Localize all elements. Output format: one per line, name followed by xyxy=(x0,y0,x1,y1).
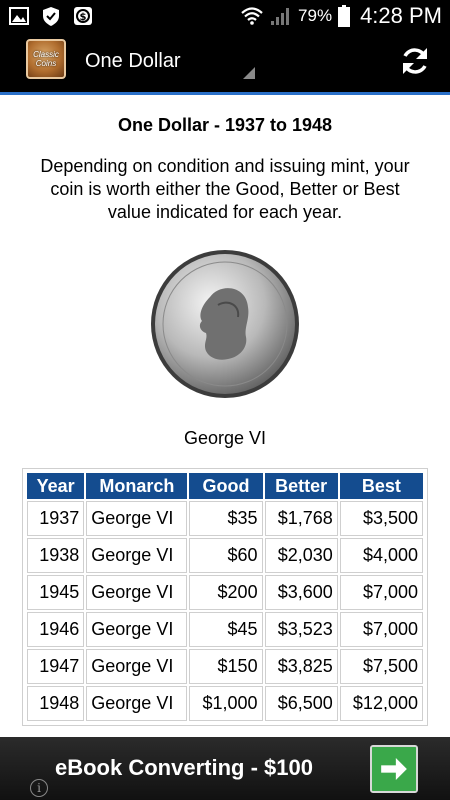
cell-good: $35 xyxy=(189,501,263,536)
cell-monarch: George VI xyxy=(86,686,188,721)
cell-year: 1947 xyxy=(27,649,85,684)
cell-best: $12,000 xyxy=(339,686,423,721)
coin-caption: George VI xyxy=(183,428,267,448)
svg-text:$: $ xyxy=(80,12,87,23)
image-icon xyxy=(9,7,29,25)
header-monarch: Monarch xyxy=(86,473,188,499)
cell-better: $3,600 xyxy=(264,575,338,610)
cell-monarch: George VI xyxy=(86,538,188,573)
clock: 4:28 PM xyxy=(360,3,442,28)
action-bar: Classic Coins One Dollar xyxy=(0,32,450,92)
cell-better: $3,825 xyxy=(264,649,338,684)
cell-year: 1948 xyxy=(27,686,85,721)
cell-best: $7,000 xyxy=(339,575,423,610)
main-content: One Dollar - 1937 to 1948 Depending on c… xyxy=(0,95,450,737)
page-selector-title[interactable]: One Dollar xyxy=(85,50,181,73)
table-row: 1938 George VI $60 $2,030 $4,000 xyxy=(27,538,423,573)
wifi-icon xyxy=(241,7,263,25)
cell-better: $6,500 xyxy=(264,686,338,721)
page-title: One Dollar - 1937 to 1948 xyxy=(117,115,333,135)
header-good: Good xyxy=(189,473,263,499)
table-header-row: Year Monarch Good Better Best xyxy=(27,473,423,499)
cell-good: $60 xyxy=(189,538,263,573)
value-table: Year Monarch Good Better Best 1937 Georg… xyxy=(22,468,428,726)
logo-line-2: Coins xyxy=(35,59,57,68)
header-best: Best xyxy=(339,473,423,499)
ad-text[interactable]: eBook Converting - $100 xyxy=(55,755,313,781)
cell-monarch: George VI xyxy=(86,575,188,610)
cell-good: $150 xyxy=(189,649,263,684)
table-row: 1948 George VI $1,000 $6,500 $12,000 xyxy=(27,686,423,721)
header-better: Better xyxy=(264,473,338,499)
ad-banner[interactable]: eBook Converting - $100 i xyxy=(0,737,450,800)
signal-icon xyxy=(271,8,290,25)
coin-image xyxy=(151,250,299,398)
cell-best: $3,500 xyxy=(339,501,423,536)
cell-best: $7,000 xyxy=(339,612,423,647)
cell-good: $200 xyxy=(189,575,263,610)
cell-year: 1938 xyxy=(27,538,85,573)
description: Depending on condition and issuing mint,… xyxy=(40,156,410,222)
cell-good: $45 xyxy=(189,612,263,647)
battery-icon xyxy=(338,5,351,27)
cell-year: 1945 xyxy=(27,575,85,610)
dollar-app-icon: $ xyxy=(74,7,92,25)
cell-better: $2,030 xyxy=(264,538,338,573)
battery-percent: 79% xyxy=(298,6,333,25)
cell-best: $7,500 xyxy=(339,649,423,684)
logo-line-1: Classic xyxy=(33,50,59,59)
system-status: 79% 4:28 PM xyxy=(240,2,442,30)
shield-icon xyxy=(43,7,59,26)
cell-better: $3,523 xyxy=(264,612,338,647)
ad-info-icon[interactable]: i xyxy=(30,779,48,797)
app-logo[interactable]: Classic Coins xyxy=(26,39,66,79)
header-year: Year xyxy=(27,473,85,499)
notification-icons: $ xyxy=(8,5,94,27)
arrow-right-icon[interactable] xyxy=(370,745,418,793)
refresh-icon[interactable] xyxy=(398,44,432,78)
cell-best: $4,000 xyxy=(339,538,423,573)
table-row: 1946 George VI $45 $3,523 $7,000 xyxy=(27,612,423,647)
cell-monarch: George VI xyxy=(86,501,188,536)
cell-monarch: George VI xyxy=(86,612,188,647)
table-row: 1937 George VI $35 $1,768 $3,500 xyxy=(27,501,423,536)
dropdown-indicator-icon[interactable] xyxy=(243,67,255,79)
status-bar: $ 79% 4:28 PM xyxy=(0,0,450,32)
table-row: 1945 George VI $200 $3,600 $7,000 xyxy=(27,575,423,610)
cell-better: $1,768 xyxy=(264,501,338,536)
cell-year: 1937 xyxy=(27,501,85,536)
cell-monarch: George VI xyxy=(86,649,188,684)
cell-good: $1,000 xyxy=(189,686,263,721)
cell-year: 1946 xyxy=(27,612,85,647)
table-row: 1947 George VI $150 $3,825 $7,500 xyxy=(27,649,423,684)
